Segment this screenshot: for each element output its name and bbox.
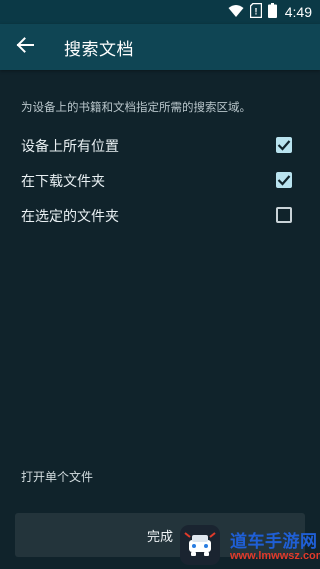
watermark: 道车手游网 www.lmwwsz.com [178,523,320,569]
watermark-url: www.lmwwsz.com [230,550,320,562]
done-button-label: 完成 [146,529,173,545]
car-logo-icon [180,525,220,565]
option-selected-folder[interactable]: 在选定的文件夹 [0,198,320,232]
battery-icon [267,2,277,22]
wifi-icon [228,3,244,22]
back-button[interactable] [10,32,40,62]
sim-icon: ! [249,2,262,22]
option-label: 在选定的文件夹 [21,209,119,225]
status-icons: ! 4:49 [228,2,312,22]
status-bar: ! 4:49 [0,0,320,24]
checkbox-download-folder[interactable] [276,172,292,188]
page-title: 搜索文档 [64,40,134,60]
option-all-locations[interactable]: 设备上所有位置 [0,128,320,162]
search-documents-screen: ! 4:49 搜索文档 为设备上的书籍和文档指定所需的搜索区域。 设备上所有位置… [0,0,320,569]
option-download-folder[interactable]: 在下载文件夹 [0,163,320,197]
watermark-title: 道车手游网 [230,532,318,552]
checkbox-selected-folder[interactable] [276,207,292,223]
svg-text:!: ! [254,6,257,16]
open-single-file-link[interactable]: 打开单个文件 [21,468,93,485]
toolbar: 搜索文档 [0,24,320,70]
option-label: 设备上所有位置 [21,139,119,155]
option-label: 在下载文件夹 [21,174,105,190]
checkbox-all-locations[interactable] [276,137,292,153]
search-area-description: 为设备上的书籍和文档指定所需的搜索区域。 [21,100,251,114]
arrow-back-icon [16,36,34,58]
status-time: 4:49 [284,4,312,20]
